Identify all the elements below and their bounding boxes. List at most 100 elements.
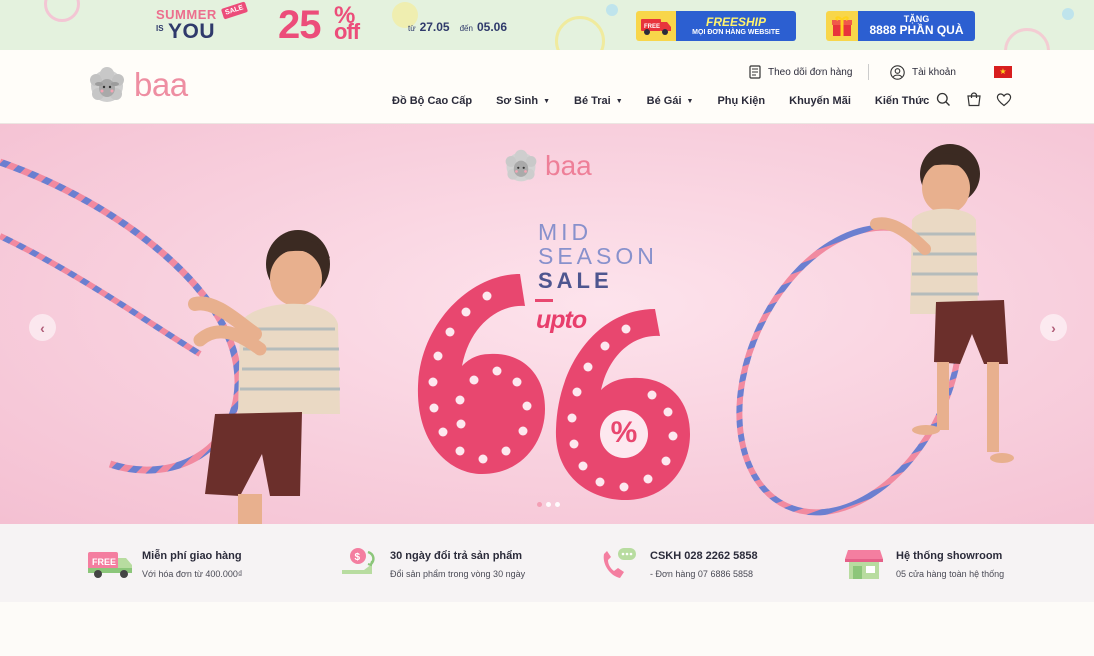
feature-subtitle: 05 cửa hàng toàn hệ thống [896, 569, 1005, 579]
feature-free-shipping: FREE Miễn phí giao hàng Với hóa đơn từ 4… [86, 546, 243, 582]
nav-item-do-bo-cao-cap[interactable]: Đồ Bộ Cao Cấp [392, 95, 472, 107]
feature-title: Hệ thống showroom [896, 550, 1003, 562]
nav-label: Đồ Bộ Cao Cấp [392, 95, 473, 107]
slider-dot[interactable] [546, 502, 551, 507]
delivery-truck-icon: FREE [636, 11, 676, 41]
nav-item-be-gai[interactable]: Bé Gái ▼ [647, 95, 694, 107]
nav-label: Kiến Thức [874, 95, 930, 107]
phone-chat-icon [594, 546, 642, 582]
hero-sale-text: SALE [538, 268, 613, 293]
nav-label: Bé Gái [646, 95, 682, 107]
freeship-title: FREESHIP [705, 15, 766, 30]
date-to-label: đến [459, 24, 473, 33]
discount-number: 25 [278, 3, 321, 47]
discount-off-text: off [334, 19, 360, 44]
decor-circle [44, 0, 80, 22]
feature-showroom: Hệ thống showroom 05 cửa hàng toàn hệ th… [840, 546, 1004, 582]
date-from: 27.05 [419, 20, 450, 34]
truck-free-label: FREE [644, 24, 660, 30]
heart-icon[interactable] [996, 92, 1012, 108]
nav-item-kien-thuc[interactable]: Kiến Thức [875, 95, 929, 107]
divider [868, 64, 869, 80]
hero-logo: baa [502, 147, 592, 185]
slider-dot[interactable] [537, 502, 542, 507]
decor-circle [555, 16, 605, 50]
vietnam-flag-icon[interactable]: ★ [994, 66, 1012, 78]
feature-subtitle: Với hóa đơn từ 400.000₫ [142, 569, 243, 579]
site-logo[interactable]: baa [86, 64, 188, 106]
decor-circle [606, 4, 618, 16]
slider-dots [537, 502, 564, 507]
hero-sale-underline [535, 299, 553, 302]
cart-icon[interactable] [966, 92, 982, 108]
return-coin-icon: $ [334, 546, 382, 582]
feature-subtitle: - Đơn hàng 07 6886 5858 [650, 569, 753, 579]
account-label: Tài khoản [912, 67, 956, 78]
hero-logo-text: baa [545, 150, 592, 181]
freeship-badge[interactable]: FREE FREESHIP MỌI ĐƠN HÀNG WEBSITE [636, 11, 796, 41]
feature-subtitle: Đổi sản phẩm trong vòng 30 ngày [390, 569, 526, 579]
sale-tag: SALE [220, 1, 248, 20]
nav-item-be-trai[interactable]: Bé Trai ▼ [574, 95, 623, 107]
service-features: FREE Miễn phí giao hàng Với hóa đơn từ 4… [0, 524, 1094, 602]
nav-label: Bé Trai [574, 95, 611, 107]
right-child-figure [870, 144, 1014, 463]
slider-prev-button[interactable]: ‹ [29, 314, 56, 341]
nav-item-khuyen-mai[interactable]: Khuyến Mãi [789, 95, 851, 107]
account-link[interactable]: Tài khoản [890, 65, 956, 80]
sheep-logo-icon [90, 67, 124, 102]
nav-item-so-sinh[interactable]: Sơ Sinh ▼ [496, 95, 550, 107]
free-truck-label: FREE [92, 557, 116, 567]
logo-text: baa [134, 66, 188, 103]
track-order-link[interactable]: Theo dõi đơn hàng [749, 65, 852, 79]
summer-slogan: SUMMER IS YOU [156, 8, 217, 42]
document-icon [749, 65, 761, 79]
free-truck-icon: FREE [86, 546, 134, 582]
nav-label: Phụ Kiện [717, 95, 766, 107]
hero-season-text: SEASON [538, 243, 658, 269]
chevron-left-icon: ‹ [40, 319, 45, 336]
freeship-subtitle: MỌI ĐƠN HÀNG WEBSITE [692, 28, 780, 36]
promo-date-range: từ 27.05 đến 05.06 [408, 20, 507, 34]
left-child-figure [188, 230, 340, 524]
feature-customer-care: CSKH 028 2262 5858 - Đơn hàng 07 6886 58… [594, 546, 758, 582]
left-hula-hoop-back [0, 233, 202, 357]
track-order-label: Theo dõi đơn hàng [768, 66, 853, 78]
gift-badge[interactable]: TẶNG 8888 PHẦN QUÀ [826, 11, 975, 41]
main-nav: Đồ Bộ Cao Cấp Sơ Sinh ▼ Bé Trai ▼ Bé Gái ▼ … [392, 95, 929, 107]
svg-text:$: $ [355, 552, 361, 563]
date-to: 05.06 [476, 20, 507, 34]
you-text: YOU [168, 20, 216, 43]
feature-title: 30 ngày đổi trả sản phẩm [390, 550, 523, 562]
date-from-label: từ [408, 24, 416, 33]
decor-circle [1004, 28, 1050, 50]
is-text: IS [156, 24, 164, 33]
hero-mid-text: MID [538, 219, 593, 245]
nav-label: Sơ Sinh [496, 95, 539, 107]
chevron-down-icon: ▼ [686, 97, 694, 105]
showroom-icon [840, 546, 888, 582]
promo-banner[interactable]: SUMMER IS YOU SALE 25 % off từ 27.05 đến 05… [0, 0, 1094, 50]
user-icon [890, 65, 905, 80]
chevron-right-icon: › [1051, 319, 1056, 336]
slider-dot[interactable] [555, 502, 560, 507]
feature-title: CSKH 028 2262 5858 [650, 550, 758, 562]
feature-title: Miễn phí giao hàng [142, 550, 242, 562]
chevron-down-icon: ▼ [543, 97, 551, 105]
sheep-logo-icon [505, 149, 537, 182]
gift-box-icon [826, 11, 858, 41]
chevron-down-icon: ▼ [615, 97, 623, 105]
gift-subtitle: 8888 PHẦN QUÀ [869, 23, 964, 38]
nav-item-phu-kien[interactable]: Phụ Kiện [717, 95, 765, 107]
hero-slider[interactable]: baa MID SEASON SALE upto % ‹ › [0, 124, 1094, 524]
hero-upto-text: upto [536, 306, 587, 334]
nav-label: Khuyến Mãi [789, 95, 851, 107]
feature-returns: $ 30 ngày đổi trả sản phẩm Đổi sản phẩm … [334, 546, 525, 582]
site-header: baa Theo dõi đơn hàng Tài khoản ★ Đồ Bộ … [0, 50, 1094, 124]
search-icon[interactable] [936, 92, 952, 108]
decor-circle [1062, 8, 1074, 20]
header-actions [936, 92, 1026, 108]
flag-star: ★ [999, 67, 1007, 76]
discount-percent: 25 % off [278, 3, 360, 47]
slider-next-button[interactable]: › [1040, 314, 1067, 341]
